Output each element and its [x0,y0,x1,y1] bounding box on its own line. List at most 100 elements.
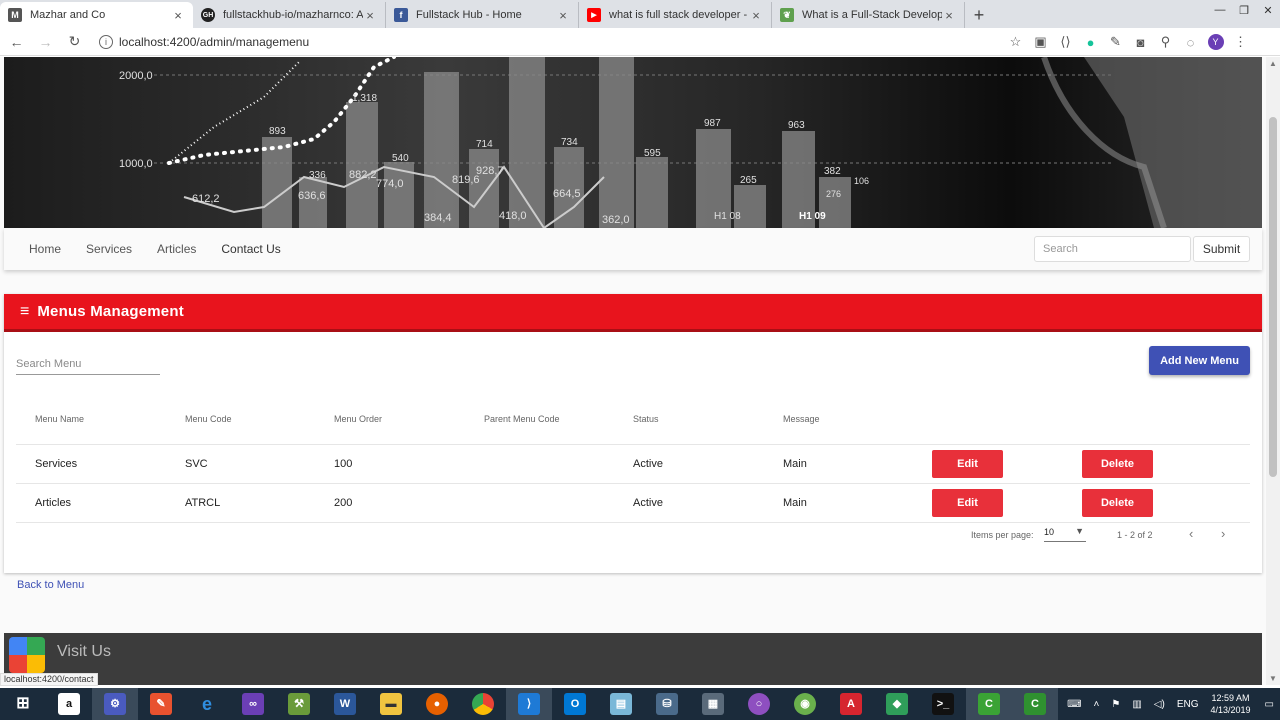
android-icon[interactable]: ◉ [782,688,828,720]
nav-articles[interactable]: Articles [157,242,196,256]
camera-icon[interactable]: ◙ [1128,33,1153,51]
app-icon[interactable]: ◆ [874,688,920,720]
scroll-up-icon[interactable]: ▲ [1266,59,1280,68]
reload-icon[interactable]: ↻ [62,33,87,50]
close-icon[interactable]: × [363,8,377,23]
google-maps-icon[interactable] [9,637,45,673]
visual-studio-icon[interactable]: ∞ [230,688,276,720]
items-per-page-select[interactable]: 10 ▼ [1044,526,1086,542]
column-header[interactable]: Status [633,394,659,444]
angular-icon[interactable]: A [828,688,874,720]
browser-tab[interactable]: ▶ what is full stack developer - You × [579,2,772,28]
vscode-icon[interactable]: ⟩ [506,688,552,720]
table-row: Services SVC 100 Active Main Edit Delete [16,445,1250,484]
url-input[interactable]: i localhost:4200/admin/managemenu [99,30,999,54]
browser-tab[interactable]: f Fullstack Hub - Home × [386,2,579,28]
firefox-icon[interactable]: ● [414,688,460,720]
notification-icon[interactable]: ▭ [1265,699,1274,710]
eyedropper-icon[interactable]: ✎ [1103,33,1128,51]
close-window-icon[interactable]: ✕ [1256,0,1280,20]
hero-label: 595 [644,148,661,159]
clock[interactable]: 12:59 AM 4/13/2019 [1211,692,1251,716]
code-icon[interactable]: ⟨⟩ [1053,33,1078,51]
hero-label: 636,6 [298,190,326,202]
extension-icon[interactable]: ◌ [1178,33,1203,51]
close-icon[interactable]: × [749,8,763,23]
next-page-icon[interactable]: › [1221,526,1225,541]
column-header[interactable]: Parent Menu Code [484,394,560,444]
add-new-menu-button[interactable]: Add New Menu [1149,346,1250,375]
grammarly-icon[interactable]: ● [1078,33,1103,51]
forward-arrow-icon[interactable]: → [33,34,58,50]
app-icon[interactable]: ✎ [138,688,184,720]
facebook-icon: f [394,8,408,22]
column-header[interactable]: Menu Order [334,394,382,444]
back-to-menu-link[interactable]: Back to Menu [17,579,84,591]
tools-icon[interactable]: ⚒ [276,688,322,720]
outlook-icon[interactable]: O [552,688,598,720]
search-menu-input[interactable]: Search Menu [16,358,160,375]
network-icon[interactable]: ⛁ [644,688,690,720]
hero-label: 418,0 [499,210,527,222]
column-header[interactable]: Message [783,394,820,444]
delete-button[interactable]: Delete [1082,450,1153,478]
close-icon[interactable]: × [171,8,185,23]
search-input[interactable]: Search [1034,236,1191,262]
app-icon[interactable]: ○ [736,688,782,720]
nav-home[interactable]: Home [29,242,61,256]
notes-icon[interactable]: ▤ [598,688,644,720]
zoom-icon[interactable]: ⚲ [1153,33,1178,51]
extension-icon[interactable]: ▣ [1028,33,1053,51]
back-arrow-icon[interactable]: ← [4,34,29,50]
scrollbar-thumb[interactable] [1269,117,1277,477]
terminal-icon[interactable]: >_ [920,688,966,720]
more-menu-icon[interactable]: ⋮ [1228,33,1253,51]
word-icon[interactable]: W [322,688,368,720]
clock-time: 12:59 AM [1211,693,1250,703]
menu-code-cell: ATRCL [185,497,221,509]
hamburger-menu-icon[interactable]: ≡ [20,303,29,321]
network-tray-icon[interactable]: ⚑ [1111,699,1120,710]
hero-label: 963 [788,120,805,131]
nav-contact-us[interactable]: Contact Us [221,242,280,256]
browser-tab[interactable]: ❦ What is a Full-Stack Developer? × [772,2,965,28]
hero-banner: 2000,0 1000,0 612,2 893 1,318 336 882,2 … [4,57,1262,228]
edit-button[interactable]: Edit [932,489,1003,517]
language-indicator[interactable]: ENG [1177,699,1199,710]
settings-icon[interactable]: ⚙ [92,688,138,720]
footer: Visit Us [4,633,1262,685]
top-navbar: Home Services Articles Contact Us Search… [4,228,1262,270]
previous-page-icon[interactable]: ‹ [1189,526,1193,541]
delete-button[interactable]: Delete [1082,489,1153,517]
camtasia-recorder-icon[interactable]: C [1012,688,1058,720]
file-explorer-icon[interactable]: ▬ [368,688,414,720]
star-icon[interactable]: ☆ [1003,33,1028,51]
volume-icon[interactable]: ◁) [1154,699,1165,710]
minimize-icon[interactable]: — [1208,0,1232,20]
windows-start-icon[interactable]: ⊞ [0,688,46,720]
hero-label: 276 [826,189,841,199]
edge-icon[interactable]: e [184,688,230,720]
close-icon[interactable]: × [942,8,956,23]
browser-tab[interactable]: GH fullstackhub-io/mazharnco: A Co × [193,2,386,28]
chrome-icon[interactable] [460,688,506,720]
close-icon[interactable]: × [556,8,570,23]
info-icon[interactable]: i [99,34,113,49]
page-scrollbar[interactable]: ▲ ▼ [1266,57,1280,685]
edit-button[interactable]: Edit [932,450,1003,478]
new-tab-button[interactable]: + [965,2,993,28]
browser-tab[interactable]: M Mazhar and Co × [0,2,193,28]
avatar[interactable]: Y [1203,33,1228,51]
submit-button[interactable]: Submit [1193,236,1250,262]
column-header[interactable]: Menu Name [35,394,84,444]
amazon-icon[interactable]: a [46,688,92,720]
chevron-up-icon[interactable]: ˄ [1094,699,1100,710]
column-header[interactable]: Menu Code [185,394,232,444]
nav-services[interactable]: Services [86,242,132,256]
app-icon[interactable]: ▦ [690,688,736,720]
camtasia-icon[interactable]: C [966,688,1012,720]
scroll-down-icon[interactable]: ▼ [1266,674,1280,683]
wifi-icon[interactable]: ▥ [1132,699,1141,710]
restore-icon[interactable]: ❐ [1232,0,1256,20]
keyboard-icon[interactable]: ⌨ [1067,699,1081,710]
